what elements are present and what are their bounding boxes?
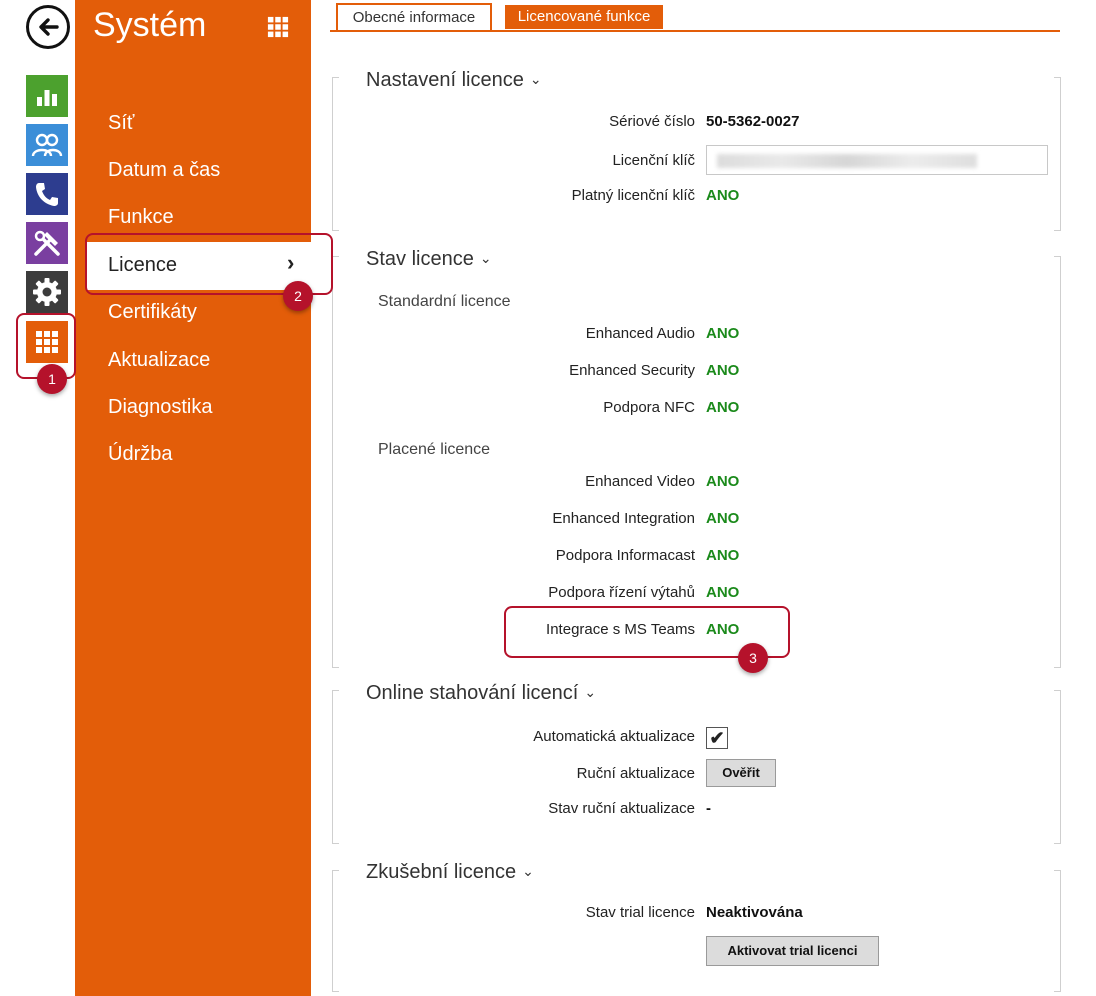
callout-badge-3: 3 (738, 643, 768, 673)
license-row-label: Enhanced Audio (585, 325, 695, 342)
license-row-label: Enhanced Integration (552, 510, 695, 527)
section-title-text: Nastavení licence (366, 69, 524, 91)
section-border (332, 256, 339, 668)
serial-number-label: Sériové číslo (609, 113, 695, 130)
license-row-value: ANO (706, 510, 740, 527)
valid-key-value: ANO (706, 187, 740, 204)
rail-calls[interactable] (26, 173, 68, 215)
license-row-label: Enhanced Security (569, 362, 695, 379)
paid-licenses-title: Placené licence (378, 441, 491, 458)
section-border (332, 690, 339, 844)
chevron-down-icon: ⌄ (522, 863, 534, 879)
grid-icon[interactable] (267, 16, 289, 38)
manual-update-status-value: - (706, 800, 711, 817)
section-title-license-status[interactable]: Stav licence ⌄ (366, 248, 492, 271)
license-row-label: Enhanced Video (585, 473, 695, 490)
sidebar: Systém Síť Datum a čas Funkce Licence › … (75, 0, 323, 996)
auto-update-label: Automatická aktualizace (533, 728, 695, 745)
auto-update-checkbox[interactable]: ✔ (706, 727, 728, 749)
chevron-down-icon: ⌄ (529, 71, 542, 87)
users-icon (31, 133, 63, 157)
trial-status-value: Neaktivována (706, 904, 803, 921)
rail-hardware[interactable] (26, 222, 68, 264)
phone-icon (36, 183, 58, 206)
sidebar-item-certifikaty[interactable]: Certifikáty (108, 301, 197, 324)
tools-icon (34, 230, 60, 256)
section-title-text: Zkušební licence (366, 861, 517, 883)
license-row-label: Podpora řízení výtahů (548, 584, 695, 601)
activate-trial-button[interactable]: Aktivovat trial licenci (706, 936, 879, 966)
sidebar-item-funkce[interactable]: Funkce (108, 206, 174, 229)
license-row-value: ANO (706, 584, 740, 601)
trial-status-label: Stav trial licence (585, 904, 695, 921)
license-row-value: ANO (706, 399, 740, 416)
tab-underline (330, 30, 1060, 32)
chevron-down-icon: ⌄ (584, 684, 597, 700)
sidebar-item-diagnostika[interactable]: Diagnostika (108, 396, 213, 419)
section-border (1054, 256, 1061, 668)
section-title-trial-license[interactable]: Zkušební licence ⌄ (366, 861, 534, 884)
license-row-value: ANO (706, 325, 740, 342)
chevron-down-icon: ⌄ (479, 250, 492, 266)
tab-licensed-features[interactable]: Licencované funkce (505, 5, 663, 29)
license-row-label: Podpora Informacast (555, 547, 695, 564)
rail-statistics[interactable] (26, 75, 68, 117)
tab-general-info[interactable]: Obecné informace (336, 3, 492, 31)
standard-licenses-title: Standardní licence (378, 293, 511, 310)
valid-key-label: Platný licenční klíč (571, 187, 695, 204)
section-title-license-settings[interactable]: Nastavení licence ⌄ (366, 69, 542, 92)
section-border (332, 77, 339, 231)
manual-update-label: Ruční aktualizace (576, 765, 695, 782)
back-button[interactable] (26, 5, 70, 49)
gear-icon (33, 278, 61, 306)
section-title-text: Stav licence (366, 248, 474, 270)
license-row-value: ANO (706, 473, 740, 490)
section-border (1054, 690, 1061, 844)
section-title-text: Online stahování licencí (366, 682, 579, 704)
serial-number-value: 50-5362-0027 (706, 113, 800, 130)
sidebar-item-aktualizace[interactable]: Aktualizace (108, 349, 210, 372)
section-title-online-download[interactable]: Online stahování licencí ⌄ (366, 682, 596, 705)
callout-badge-2: 2 (283, 281, 313, 311)
license-key-label: Licenční klíč (612, 152, 695, 169)
manual-update-status-label: Stav ruční aktualizace (548, 800, 695, 817)
section-border (1054, 870, 1061, 992)
sidebar-item-datum-a-cas[interactable]: Datum a čas (108, 159, 220, 182)
back-arrow-icon (39, 18, 59, 36)
rail-services[interactable] (26, 271, 68, 313)
sidebar-item-sit[interactable]: Síť (108, 112, 134, 135)
license-row-value: ANO (706, 547, 740, 564)
chart-icon (37, 90, 57, 106)
license-key-input[interactable] (706, 145, 1048, 175)
sidebar-title: Systém (93, 6, 207, 44)
license-key-blurred (717, 154, 977, 168)
checkmark-icon: ✔ (709, 728, 725, 748)
callout-badge-1: 1 (37, 364, 67, 394)
section-border (1054, 77, 1061, 231)
rail-directory[interactable] (26, 124, 68, 166)
license-row-label: Podpora NFC (603, 399, 695, 416)
section-border (332, 870, 339, 992)
verify-button[interactable]: Ověřit (706, 759, 776, 787)
sidebar-item-udrzba[interactable]: Údržba (108, 443, 172, 466)
license-row-value: ANO (706, 362, 740, 379)
